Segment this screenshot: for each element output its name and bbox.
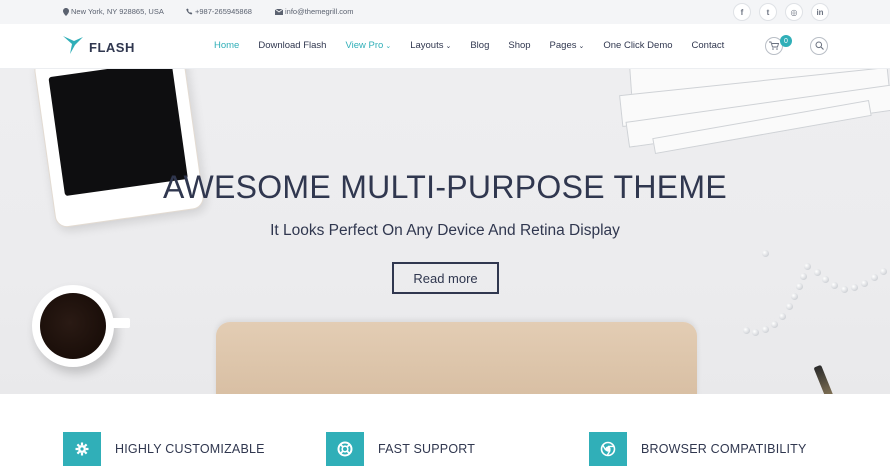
facebook-icon[interactable]: f: [733, 3, 751, 21]
top-bar: New York, NY 928865, USA +987-265945868 …: [0, 0, 890, 24]
cart-icon: [769, 37, 780, 55]
site-logo[interactable]: FLASH: [63, 36, 135, 59]
feature-title: BROWSER COMPATIBILITY: [641, 442, 807, 456]
nav-item-contact[interactable]: Contact: [692, 40, 725, 51]
chevron-down-icon: ⌄: [385, 42, 392, 50]
papers-image: [612, 69, 890, 154]
instagram-icon[interactable]: ◎: [785, 3, 803, 21]
nav-item-home[interactable]: Home: [214, 40, 239, 51]
linkedin-icon[interactable]: in: [811, 3, 829, 21]
cart-count-badge: 0: [780, 35, 792, 47]
email-text[interactable]: info@themegrill.com: [285, 7, 353, 16]
email-info: info@themegrill.com: [275, 7, 353, 16]
location-icon: [63, 7, 71, 16]
hero-title: AWESOME MULTI-PURPOSE THEME: [162, 169, 727, 205]
nav-item-one-click-demo[interactable]: One Click Demo: [603, 40, 672, 51]
phone-info: +987-265945868: [186, 7, 252, 16]
feature-title: FAST SUPPORT: [378, 442, 476, 456]
search-button[interactable]: [810, 37, 828, 55]
keyboard-image: [216, 322, 697, 394]
nav-item-download-flash[interactable]: Download Flash: [258, 40, 326, 51]
bird-logo-icon: [63, 36, 83, 59]
features-section: HIGHLY CUSTOMIZABLE FAST SUPPORT BROWSER…: [0, 394, 890, 466]
read-more-button[interactable]: Read more: [392, 262, 499, 294]
main-nav: Home Download Flash View Pro ⌄ Layouts ⌄ B…: [214, 40, 743, 51]
nav-item-blog[interactable]: Blog: [470, 40, 489, 51]
chevron-down-icon: ⌄: [578, 42, 585, 50]
pen-image: [813, 364, 835, 394]
nav-item-pages[interactable]: Pages ⌄: [550, 40, 585, 51]
gear-icon: [63, 432, 101, 466]
chevron-down-icon: ⌄: [445, 42, 452, 50]
phone-text: +987-265945868: [195, 7, 252, 16]
mail-icon: [275, 8, 285, 15]
nav-item-shop[interactable]: Shop: [508, 40, 530, 51]
feature-title: HIGHLY CUSTOMIZABLE: [115, 442, 265, 456]
nav-item-view-pro[interactable]: View Pro ⌄: [345, 40, 391, 51]
coffee-cup-image: [32, 285, 130, 367]
address-text: New York, NY 928865, USA: [71, 7, 164, 16]
social-links: f t ◎ in: [733, 3, 829, 21]
chrome-icon: [589, 432, 627, 466]
site-header: FLASH Home Download Flash View Pro ⌄ Layo…: [0, 24, 890, 69]
twitter-icon[interactable]: t: [759, 3, 777, 21]
hero-slider: AWESOME MULTI-PURPOSE THEME It Looks Per…: [0, 69, 890, 394]
lifebuoy-icon: [326, 432, 364, 466]
feature-browser-compatibility: BROWSER COMPATIBILITY: [589, 432, 807, 466]
search-icon: [815, 37, 824, 55]
nav-item-layouts[interactable]: Layouts ⌄: [410, 40, 451, 51]
feature-fast-support: FAST SUPPORT: [326, 432, 475, 466]
logo-text: FLASH: [89, 40, 135, 55]
hero-subtitle: It Looks Perfect On Any Device And Retin…: [270, 222, 620, 239]
feature-highly-customizable: HIGHLY CUSTOMIZABLE: [63, 432, 265, 466]
phone-icon: [186, 8, 195, 15]
address-info: New York, NY 928865, USA: [63, 7, 164, 16]
